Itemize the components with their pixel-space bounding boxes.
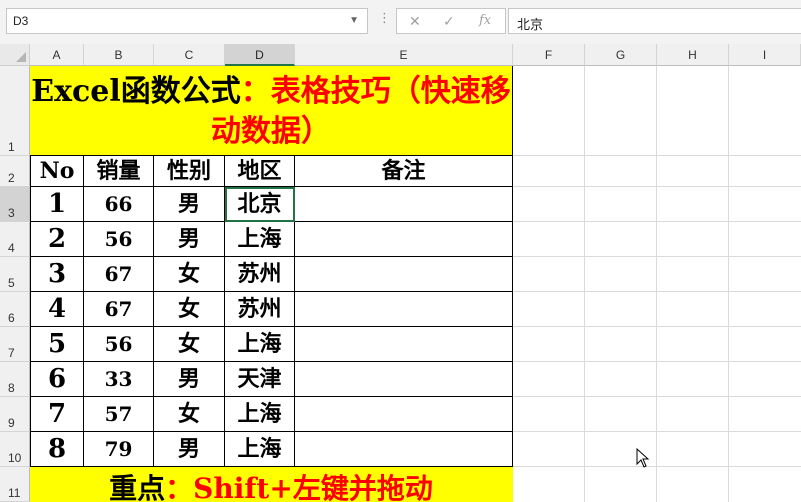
cell-region[interactable]: 上海 <box>225 327 295 362</box>
row-header-7[interactable]: 7 <box>0 327 30 362</box>
cell-no[interactable]: 2 <box>30 222 84 257</box>
row-header-6[interactable]: 6 <box>0 292 30 327</box>
row-header-9[interactable]: 9 <box>0 397 30 432</box>
header-gender[interactable]: 性别 <box>154 156 225 187</box>
column-header-i[interactable]: I <box>729 44 801 66</box>
formula-buttons: ✕ ✓ fx <box>396 8 506 34</box>
select-all-button[interactable] <box>0 44 30 66</box>
cell-sales[interactable]: 79 <box>84 432 154 467</box>
insert-function-icon[interactable]: fx <box>479 13 491 28</box>
formula-input[interactable]: 北京 <box>508 8 801 34</box>
header-region[interactable]: 地区 <box>225 156 295 187</box>
header-sales[interactable]: 销量 <box>84 156 154 187</box>
title-text: Excel函数公式：表格技巧（快速移动数据） <box>31 74 511 149</box>
cancel-icon[interactable]: ✕ <box>409 13 421 30</box>
cell-sales[interactable]: 67 <box>84 292 154 327</box>
cell-sales[interactable]: 57 <box>84 397 154 432</box>
cell-no[interactable]: 5 <box>30 327 84 362</box>
spreadsheet-grid[interactable]: A B C D E F G H I 1 2 3 4 5 6 7 8 9 10 1… <box>0 44 801 502</box>
row-header-1[interactable]: 1 <box>0 66 30 156</box>
cell-region[interactable]: 上海 <box>225 397 295 432</box>
row-header-8[interactable]: 8 <box>0 362 30 397</box>
column-header-c[interactable]: C <box>154 44 225 66</box>
row-header-11[interactable]: 11 <box>0 467 30 502</box>
header-no[interactable]: No <box>30 156 84 187</box>
column-header-e[interactable]: E <box>295 44 513 66</box>
row-header-10[interactable]: 10 <box>0 432 30 467</box>
cell-note[interactable] <box>295 327 513 362</box>
cell-sales[interactable]: 56 <box>84 222 154 257</box>
gridline <box>728 66 729 502</box>
footer-text: 重点：Shift+左键并拖动 <box>109 472 433 502</box>
row-header-4[interactable]: 4 <box>0 222 30 257</box>
cell-region[interactable]: 苏州 <box>225 257 295 292</box>
cell-no[interactable]: 1 <box>30 187 84 222</box>
column-header-f[interactable]: F <box>513 44 585 66</box>
header-note[interactable]: 备注 <box>295 156 513 187</box>
footer-banner[interactable]: 重点：Shift+左键并拖动 <box>30 467 513 502</box>
cell-no[interactable]: 6 <box>30 362 84 397</box>
gridline <box>656 66 657 502</box>
cell-gender[interactable]: 男 <box>154 432 225 467</box>
cell-note[interactable] <box>295 397 513 432</box>
column-header-a[interactable]: A <box>30 44 84 66</box>
cell-sales[interactable]: 66 <box>84 187 154 222</box>
column-header-d[interactable]: D <box>225 44 295 66</box>
cell-no[interactable]: 4 <box>30 292 84 327</box>
cell-sales[interactable]: 56 <box>84 327 154 362</box>
grip-icon: ⋮ <box>378 10 391 25</box>
cell-gender[interactable]: 男 <box>154 187 225 222</box>
name-box-value: D3 <box>13 14 29 28</box>
chevron-down-icon[interactable]: ▼ <box>349 15 359 26</box>
row-header-2[interactable]: 2 <box>0 156 30 187</box>
cell-region[interactable]: 苏州 <box>225 292 295 327</box>
cell-region[interactable]: 上海 <box>225 222 295 257</box>
cell-no[interactable]: 8 <box>30 432 84 467</box>
cell-region-selected[interactable]: 北京 <box>225 187 295 222</box>
column-header-b[interactable]: B <box>84 44 154 66</box>
cell-no[interactable]: 7 <box>30 397 84 432</box>
cell-sales[interactable]: 67 <box>84 257 154 292</box>
row-header-5[interactable]: 5 <box>0 257 30 292</box>
name-box[interactable]: D3 ▼ <box>6 8 368 34</box>
cell-note[interactable] <box>295 292 513 327</box>
cell-gender[interactable]: 女 <box>154 397 225 432</box>
cell-gender[interactable]: 男 <box>154 222 225 257</box>
cell-gender[interactable]: 男 <box>154 362 225 397</box>
cell-note[interactable] <box>295 362 513 397</box>
title-banner[interactable]: Excel函数公式：表格技巧（快速移动数据） <box>30 66 513 156</box>
cell-region[interactable]: 上海 <box>225 432 295 467</box>
cell-region[interactable]: 天津 <box>225 362 295 397</box>
column-header-g[interactable]: G <box>585 44 657 66</box>
formula-input-value: 北京 <box>517 17 544 32</box>
cell-gender[interactable]: 女 <box>154 257 225 292</box>
cell-note[interactable] <box>295 432 513 467</box>
row-header-3[interactable]: 3 <box>0 187 30 222</box>
confirm-icon[interactable]: ✓ <box>443 13 455 30</box>
column-header-h[interactable]: H <box>657 44 729 66</box>
cell-no[interactable]: 3 <box>30 257 84 292</box>
gridline <box>584 66 585 502</box>
cell-note[interactable] <box>295 222 513 257</box>
cell-sales[interactable]: 33 <box>84 362 154 397</box>
formula-bar-area: D3 ▼ ⋮ ✕ ✓ fx 北京 <box>0 0 801 44</box>
cell-gender[interactable]: 女 <box>154 327 225 362</box>
mouse-pointer-icon <box>636 448 650 468</box>
cell-note[interactable] <box>295 257 513 292</box>
cell-note[interactable] <box>295 187 513 222</box>
cell-gender[interactable]: 女 <box>154 292 225 327</box>
